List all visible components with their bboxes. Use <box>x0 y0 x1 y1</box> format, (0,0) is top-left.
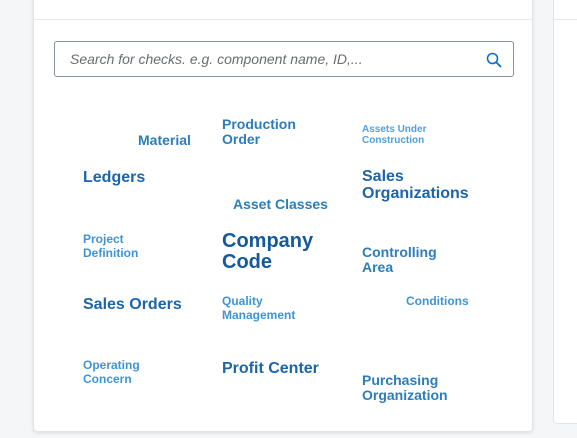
tag-company-code[interactable]: Company Code <box>222 231 313 273</box>
adjacent-card <box>553 0 577 424</box>
tag-conditions[interactable]: Conditions <box>406 294 469 309</box>
search-icon[interactable] <box>485 51 503 69</box>
search-input[interactable] <box>55 42 465 76</box>
tag-project-definition[interactable]: Project Definition <box>83 232 138 261</box>
tag-sales-orders[interactable]: Sales Orders <box>83 296 182 314</box>
tag-production-order[interactable]: Production Order <box>222 117 296 147</box>
tag-sales-organizations[interactable]: Sales Organizations <box>362 168 469 203</box>
tag-asset-classes[interactable]: Asset Classes <box>233 197 328 212</box>
tag-quality-management[interactable]: Quality Management <box>222 294 295 323</box>
tag-ledgers[interactable]: Ledgers <box>83 169 145 187</box>
search-field[interactable] <box>54 41 514 77</box>
adjacent-card-divider <box>554 19 577 20</box>
tag-operating-concern[interactable]: Operating Concern <box>83 358 140 387</box>
tag-profit-center[interactable]: Profit Center <box>222 360 319 378</box>
tag-assets-under-construction[interactable]: Assets Under Construction <box>362 124 426 146</box>
tag-controlling-area[interactable]: Controlling Area <box>362 245 437 275</box>
checks-card: Material ProductionOrder Assets UnderCon… <box>33 0 533 432</box>
tag-material[interactable]: Material <box>138 133 191 148</box>
card-header-divider <box>34 19 532 20</box>
tag-purchasing-organization[interactable]: Purchasing Organization <box>362 373 448 403</box>
